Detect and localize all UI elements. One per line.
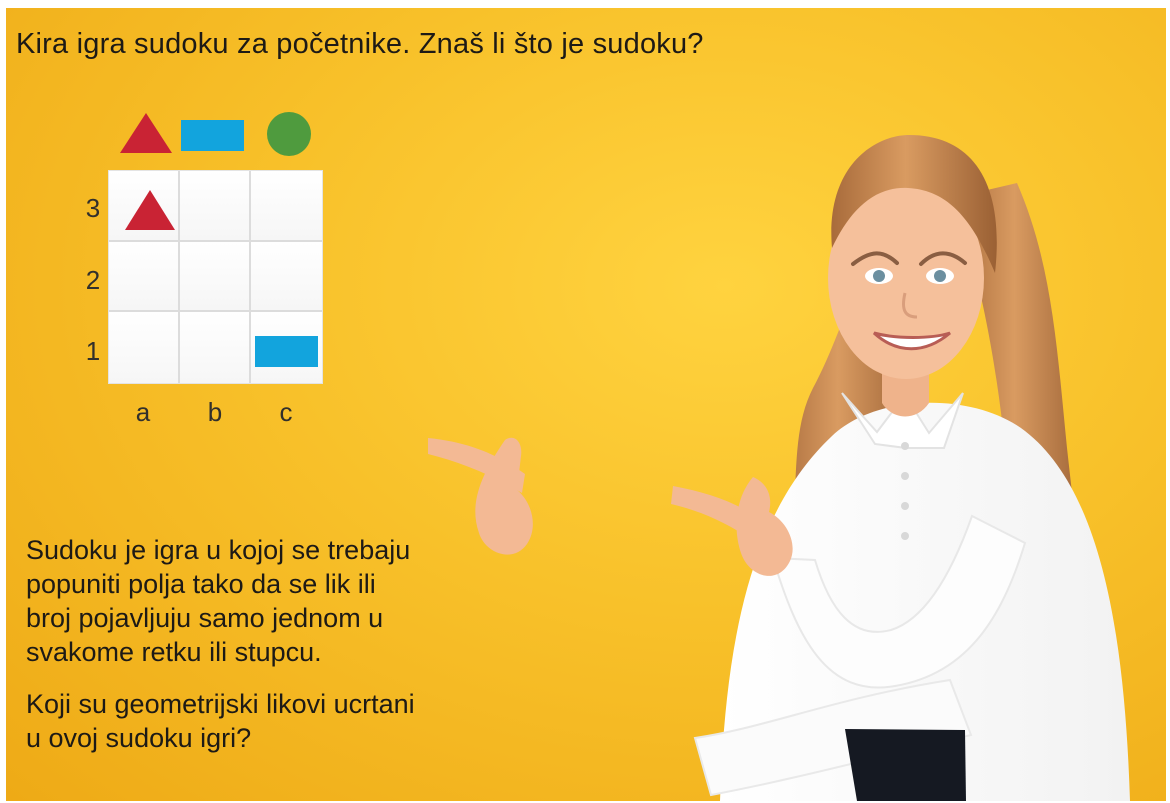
cell-a1 bbox=[109, 312, 180, 383]
placed-triangle-icon bbox=[125, 190, 175, 230]
row-label-3: 3 bbox=[85, 193, 101, 223]
column-label-a: a bbox=[135, 397, 151, 427]
cell-c3 bbox=[251, 171, 322, 242]
lesson-slide: Kira igra sudoku za početnike. Znaš li š… bbox=[6, 8, 1166, 801]
cell-b1 bbox=[180, 312, 251, 383]
cell-c2 bbox=[251, 241, 322, 313]
column-label-b: b bbox=[207, 397, 223, 427]
legend-circle-icon bbox=[267, 112, 311, 156]
row-label-2: 2 bbox=[85, 265, 101, 295]
cell-b2 bbox=[180, 241, 251, 313]
row-label-1: 1 bbox=[85, 336, 101, 366]
placed-rectangle-icon bbox=[255, 336, 318, 367]
legend-triangle-icon bbox=[120, 113, 172, 153]
cell-a2 bbox=[109, 241, 180, 313]
lesson-title: Kira igra sudoku za početnike. Znaš li š… bbox=[16, 28, 704, 60]
girl-pointing-illustration bbox=[428, 135, 1130, 801]
cell-b3 bbox=[180, 171, 251, 242]
column-label-c: c bbox=[279, 397, 293, 427]
legend-rectangle-icon bbox=[181, 120, 244, 151]
